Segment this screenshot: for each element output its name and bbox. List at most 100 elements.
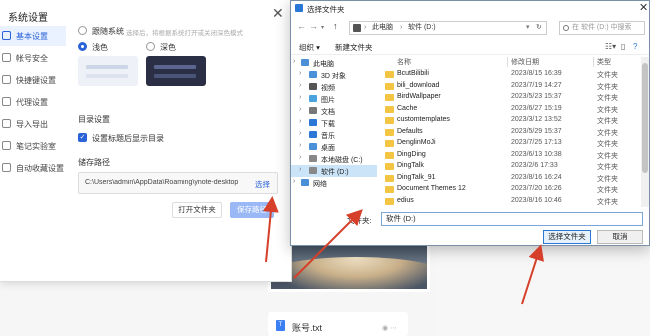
light-theme-preview[interactable] (78, 56, 138, 86)
chevron-right-icon[interactable]: › (293, 178, 295, 185)
nav-item-icon (309, 83, 317, 90)
note-list-item[interactable]: T 账号.txt ◉ ⋯ (268, 312, 408, 336)
chevron-right-icon[interactable]: › (293, 58, 295, 65)
storage-path-field[interactable]: C:\Users\admin\AppData\Roaming\ynote-des… (78, 172, 278, 194)
file-date: 2023/7/20 16:26 (511, 185, 562, 192)
nav-item[interactable]: › 网络 (291, 177, 377, 189)
nav-item[interactable]: › 图片 (291, 93, 377, 105)
lab-icon (2, 141, 11, 150)
sidebar-item-import-export[interactable]: 导入导出 (0, 114, 66, 134)
close-icon[interactable]: ✕ (639, 1, 648, 14)
file-row[interactable]: bili_download 2023/7/19 14:27 文件夹 (381, 81, 643, 92)
forward-icon[interactable]: → (309, 21, 318, 31)
file-row[interactable]: DingTalk_91 2023/8/16 16:24 文件夹 (381, 173, 643, 184)
nav-item-label: 文档 (321, 109, 335, 116)
sidebar-item-lab[interactable]: 笔记实验室 (0, 136, 66, 156)
chevron-right-icon[interactable]: › (299, 70, 301, 77)
file-row[interactable]: DenglinMoJi 2023/7/25 17:13 文件夹 (381, 138, 643, 149)
text-file-icon: T (276, 320, 285, 331)
chevron-right-icon[interactable]: › (299, 130, 301, 137)
chevron-right-icon[interactable]: › (299, 106, 301, 113)
organize-menu[interactable]: 组织 ▾ (299, 42, 320, 53)
light-theme-radio[interactable] (78, 42, 87, 51)
file-row[interactable]: customtemplates 2023/3/12 13:52 文件夹 (381, 115, 643, 126)
breadcrumb-this-pc[interactable]: 此电脑 (372, 22, 393, 34)
nav-item[interactable]: › 文档 (291, 105, 377, 117)
follow-system-radio[interactable] (78, 26, 87, 35)
file-row[interactable]: BcutBilibili 2023/8/15 16:39 文件夹 (381, 69, 643, 80)
note-actions-icon[interactable]: ◉ ⋯ (382, 324, 397, 332)
chevron-right-icon[interactable]: › (299, 142, 301, 149)
nav-item[interactable]: › 桌面 (291, 141, 377, 153)
sidebar-item-account[interactable]: 帐号安全 (0, 48, 66, 68)
storage-path-value: C:\Users\admin\AppData\Roaming\ynote-des… (85, 179, 239, 186)
sidebar-item-proxy[interactable]: 代理设置 (0, 92, 66, 112)
save-path-button[interactable]: 保存路径 (230, 202, 274, 218)
nav-item-label: 3D 对象 (321, 73, 346, 80)
file-name: bili_download (397, 81, 440, 89)
cancel-button[interactable]: 取消 (597, 230, 643, 244)
sidebar-item-label: 笔记实验室 (16, 142, 56, 151)
file-row[interactable]: DingDing 2023/6/13 10:38 文件夹 (381, 150, 643, 161)
nav-item[interactable]: › 3D 对象 (291, 69, 377, 81)
follow-system-label: 跟随系统 (92, 27, 124, 36)
preview-pane-icon[interactable]: ▯ (621, 42, 625, 51)
view-options-icon[interactable]: ☷▾ (605, 42, 616, 51)
nav-item[interactable]: › 本地磁盘 (C:) (291, 153, 377, 165)
nav-item-icon (309, 131, 317, 138)
file-row[interactable]: edius 2023/8/16 10:46 文件夹 (381, 196, 643, 207)
navigation-pane: › 此电脑 › 3D 对象 › 视频 › 图片 › 文档 › 下载 › 音乐 › 桌面 › 本地磁盘 (C:) › 软… (291, 57, 377, 207)
sidebar-item-auto-collect[interactable]: 自动收藏设置 (0, 158, 66, 178)
chevron-right-icon[interactable]: › (299, 82, 301, 89)
show-directory-checkbox[interactable]: ✓ (78, 133, 87, 142)
up-icon[interactable]: ↑ (333, 21, 338, 31)
choose-path-link[interactable]: 选择 (255, 179, 270, 190)
dark-theme-preview[interactable] (146, 56, 206, 86)
back-icon[interactable]: ← (297, 21, 306, 31)
refresh-icon[interactable]: ↻ (536, 22, 542, 34)
file-row[interactable]: Cache 2023/6/27 15:19 文件夹 (381, 104, 643, 115)
sidebar-item-shortcuts[interactable]: 快捷键设置 (0, 70, 66, 90)
file-row[interactable]: BirdWallpaper 2023/5/23 15:37 文件夹 (381, 92, 643, 103)
scrollbar-thumb[interactable] (642, 63, 648, 173)
sidebar-item-basic[interactable]: 基本设置 (0, 26, 66, 46)
file-type: 文件夹 (597, 95, 618, 102)
address-bar[interactable]: › 此电脑 › 软件 (D:) ▾ ↻ (349, 21, 547, 35)
folder-name-input[interactable]: 软件 (D:) (381, 212, 643, 226)
file-date: 2023/6/13 10:38 (511, 150, 562, 158)
file-name: BirdWallpaper (397, 93, 441, 100)
light-theme-label: 浅色 (92, 43, 108, 52)
nav-item-icon (309, 143, 317, 150)
nav-item[interactable]: › 音乐 (291, 129, 377, 141)
recent-dropdown-icon[interactable]: ▾ (321, 24, 324, 31)
search-input[interactable]: 在 软件 (D:) 中搜索 (559, 21, 645, 35)
navigation-bar: ← → ▾ ↑ › 此电脑 › 软件 (D:) ▾ ↻ 在 软件 (D:) 中搜… (291, 17, 649, 37)
vertical-scrollbar[interactable] (641, 57, 649, 207)
help-icon[interactable]: ? (633, 42, 637, 51)
breadcrumb-drive-d[interactable]: 软件 (D:) (408, 22, 436, 34)
file-row[interactable]: Defaults 2023/5/29 15:37 文件夹 (381, 127, 643, 138)
chevron-right-icon[interactable]: › (299, 166, 301, 173)
dark-theme-radio[interactable] (146, 42, 155, 51)
address-dropdown-icon[interactable]: ▾ (526, 22, 530, 34)
column-header-type[interactable]: 类型 (597, 57, 611, 67)
open-folder-button[interactable]: 打开文件夹 (172, 202, 222, 218)
file-row[interactable]: DingTalk 2023/2/6 17:33 文件夹 (381, 161, 643, 172)
column-header-date[interactable]: 修改日期 (511, 57, 539, 67)
nav-item[interactable]: › 视频 (291, 81, 377, 93)
nav-item[interactable]: › 此电脑 (291, 57, 377, 69)
nav-item[interactable]: › 软件 (D:) (291, 165, 377, 177)
chevron-right-icon[interactable]: › (299, 118, 301, 125)
column-header-name[interactable]: 名称 (397, 57, 411, 67)
chevron-right-icon[interactable]: › (299, 94, 301, 101)
file-list: 名称 修改日期 类型 BcutBilibili 2023/8/15 16:39 文件… (381, 57, 649, 207)
nav-item-label: 视频 (321, 85, 335, 92)
new-folder-button[interactable]: 新建文件夹 (335, 42, 373, 53)
folder-field-label: 文件夹: (347, 216, 372, 225)
folder-icon (385, 140, 394, 147)
chevron-right-icon[interactable]: › (299, 154, 301, 161)
nav-item[interactable]: › 下载 (291, 117, 377, 129)
sidebar-item-label: 导入导出 (16, 120, 48, 129)
select-folder-button[interactable]: 选择文件夹 (543, 230, 591, 244)
file-row[interactable]: Document Themes 12 2023/7/20 16:26 文件夹 (381, 184, 643, 195)
